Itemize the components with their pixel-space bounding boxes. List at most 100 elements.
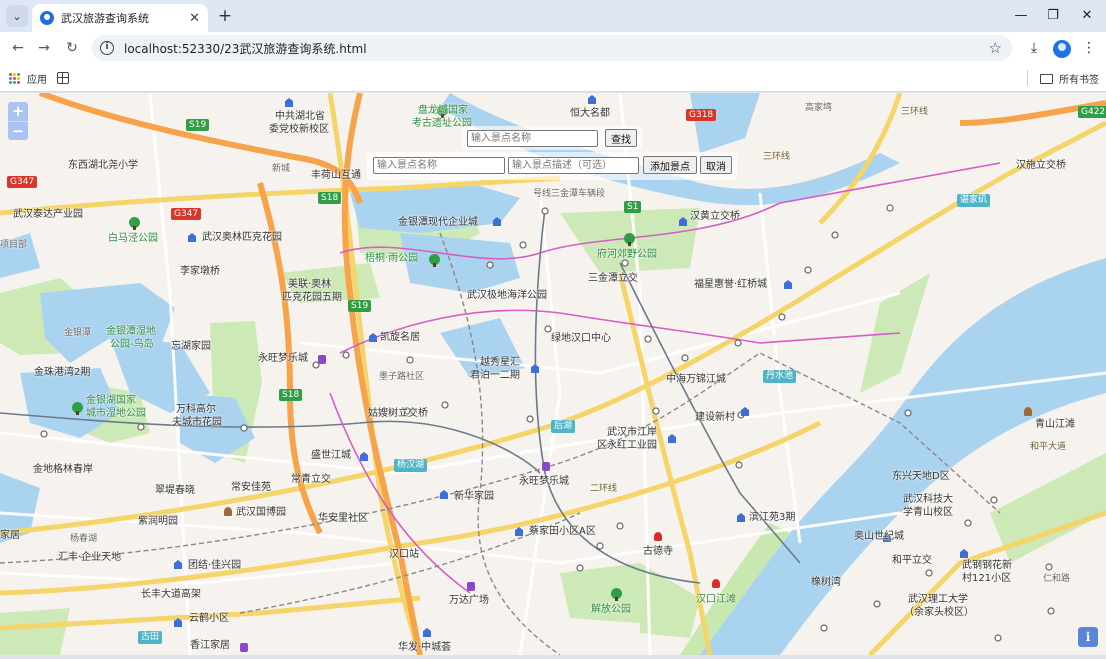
apps-grid-icon	[9, 72, 21, 85]
back-arrow-icon[interactable]: ←	[8, 38, 28, 58]
metro-station-label: 古田	[138, 631, 163, 644]
metro-station-label: 杨汉湖	[394, 459, 428, 472]
scenic-spot-icon	[224, 507, 232, 516]
place-label: 新城	[272, 164, 291, 174]
place-label: 团结·佳兴园	[188, 560, 242, 571]
menu-dots-icon[interactable]: ⋮	[1079, 38, 1099, 58]
tab-title: 武汉旅游查询系统	[61, 12, 149, 25]
place-label: 高家塆	[805, 103, 833, 113]
park-label: 盘龙城国家	[418, 105, 468, 116]
place-label: 华发·中城荟	[398, 642, 452, 653]
bookmarks-divider	[1027, 70, 1028, 86]
cancel-button[interactable]: 取消	[700, 156, 732, 174]
place-label: 姑嫂树立交桥	[368, 408, 428, 419]
all-bookmarks-button[interactable]: 所有书签	[1040, 71, 1099, 86]
place-label: 学青山校区	[903, 507, 953, 518]
window-close-icon[interactable]: ✕	[1077, 6, 1097, 26]
place-label: 古德寺	[643, 546, 673, 557]
place-label: 恒大名都	[570, 108, 610, 119]
place-label: 滨江苑3期	[749, 512, 796, 523]
place-label: 家居	[0, 530, 20, 541]
map-viewport[interactable]: G347 S19 G318 G4221 G347 S18 S1 S19 S18 …	[0, 93, 1106, 655]
road-shield: G4221	[1078, 106, 1106, 118]
place-label: 金银潭现代企业城	[398, 217, 478, 228]
bookmark-star-icon[interactable]: ☆	[989, 39, 1002, 57]
place-label: 橡树湾	[811, 577, 841, 588]
place-label: 武钢钢花新	[962, 560, 1012, 571]
place-label: 翠堤春晓	[155, 485, 195, 496]
landmark-icon	[712, 579, 720, 588]
tab-groups-icon[interactable]	[57, 72, 69, 84]
road-shield: G347	[7, 176, 38, 188]
place-label: 中共湖北省	[275, 111, 325, 122]
place-label: 蔡家田小区A区	[529, 526, 596, 537]
zoom-in-button[interactable]: +	[8, 102, 28, 121]
new-tab-button[interactable]: +	[216, 6, 234, 26]
browser-tab[interactable]: 武汉旅游查询系统 ✕	[32, 4, 208, 32]
shopping-icon	[318, 355, 326, 364]
road-shield: S1	[624, 201, 642, 213]
park-label: 金银湖国家	[86, 395, 136, 406]
download-icon[interactable]: ⤓	[1024, 38, 1044, 58]
address-url[interactable]: localhost:52330/23武汉旅游查询系统.html	[124, 40, 989, 57]
metro-station-label: 丹水池	[763, 370, 797, 383]
search-panel: 查找	[462, 126, 642, 150]
temple-icon	[654, 532, 662, 541]
shopping-icon	[240, 643, 248, 652]
shopping-icon	[542, 462, 550, 471]
place-label: 墨子路社区	[379, 372, 425, 382]
add-spot-name-input[interactable]	[373, 157, 505, 174]
place-label: 和平立交	[892, 555, 932, 566]
chevron-down-icon: ⌄	[12, 9, 22, 23]
metro-station-label: 谌家矶	[957, 194, 991, 207]
search-spot-name-input[interactable]	[467, 130, 598, 147]
park-label: 公园-鸟岛	[110, 339, 154, 350]
place-label: 汉施立交桥	[1016, 160, 1066, 171]
minimize-icon[interactable]: —	[1011, 6, 1031, 26]
place-label: 越秀星汇	[480, 357, 520, 368]
park-label: 白马泾公园	[108, 233, 158, 244]
place-label: 紫润明园	[138, 516, 178, 527]
park-label: 府河郊野公园	[597, 249, 657, 260]
place-label: 武汉泰达产业园	[13, 209, 83, 220]
place-label: （余家头校区）	[904, 607, 974, 618]
place-label: 万科高尔	[176, 404, 216, 415]
place-label: 仁和路	[1043, 574, 1071, 584]
bookmark-apps[interactable]: 应用	[9, 71, 47, 86]
park-label: 汉口江滩	[696, 594, 736, 605]
tab-close-icon[interactable]: ✕	[189, 11, 200, 26]
place-label: 福星惠誉·红桥城	[694, 279, 768, 290]
profile-avatar-icon[interactable]	[1053, 40, 1071, 58]
browser-toolbar: ← → ↻ i localhost:52330/23武汉旅游查询系统.html …	[0, 32, 1106, 64]
tab-strip: ⌄ 武汉旅游查询系统 ✕ + — ❐ ✕	[0, 0, 1106, 32]
place-label: 武汉奥林匹克花园	[202, 232, 282, 243]
place-label: 武汉科技大	[903, 494, 953, 505]
place-label: 长丰大道高架	[141, 589, 201, 600]
restore-icon[interactable]: ❐	[1043, 6, 1063, 26]
reload-icon[interactable]: ↻	[62, 38, 82, 58]
search-button[interactable]: 查找	[605, 129, 637, 147]
map-info-button[interactable]: i	[1078, 627, 1098, 647]
zoom-out-button[interactable]: −	[8, 121, 28, 140]
park-label: 金银潭湿地	[106, 326, 156, 337]
park-icon	[72, 402, 83, 415]
metro-station-label: 后湖	[551, 420, 576, 433]
address-bar[interactable]: i localhost:52330/23武汉旅游查询系统.html ☆	[92, 35, 1012, 61]
road-label: 三环线	[901, 107, 929, 117]
place-label: 杨春湖	[70, 534, 98, 544]
place-label: 委党校新校区	[269, 124, 329, 135]
add-spot-description-input[interactable]	[508, 157, 639, 174]
place-label: 三金潭立交	[588, 273, 638, 284]
place-label: 云鹤小区	[189, 613, 229, 624]
place-label: 李家墩桥	[180, 266, 220, 277]
road-shield: S19	[186, 119, 210, 131]
road-shield: G347	[171, 208, 202, 220]
forward-arrow-icon[interactable]: →	[34, 38, 54, 58]
park-label: 解放公园	[591, 604, 631, 615]
place-label: 金地格林春岸	[33, 464, 93, 475]
site-info-icon[interactable]: i	[100, 41, 114, 55]
place-label: 永旺梦乐城	[258, 353, 308, 364]
add-spot-button[interactable]: 添加景点	[643, 156, 697, 174]
place-label: 常青立交	[291, 474, 331, 485]
tab-search-button[interactable]: ⌄	[6, 5, 28, 27]
